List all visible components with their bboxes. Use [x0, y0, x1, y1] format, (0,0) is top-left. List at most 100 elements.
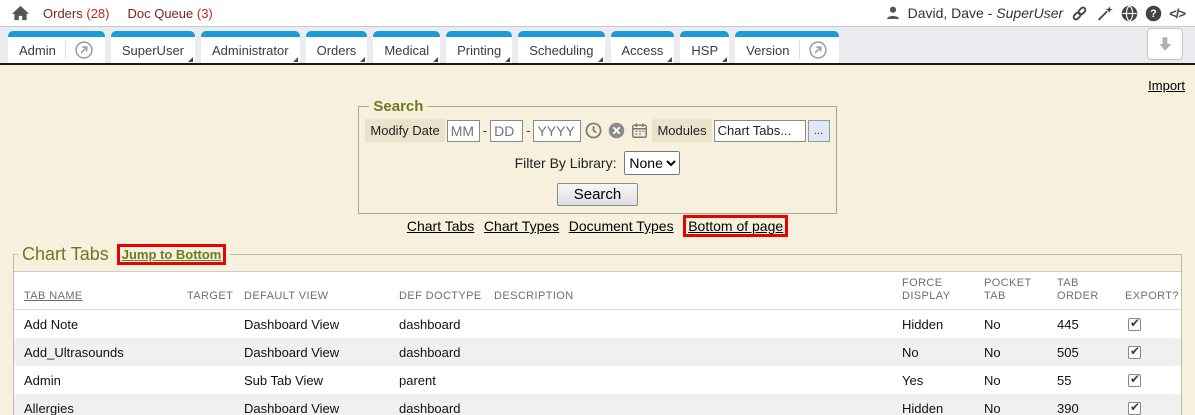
- tab-strip: Admin SuperUser Administrator Orders Medical…: [0, 27, 1195, 65]
- tab-order-cell: 55: [1057, 373, 1125, 388]
- tab-access[interactable]: Access: [611, 31, 675, 63]
- download-button[interactable]: [1147, 28, 1183, 60]
- tab-medical[interactable]: Medical: [373, 31, 440, 63]
- export-cell: [1125, 374, 1181, 387]
- modules-browse-button[interactable]: ...: [808, 120, 830, 142]
- default-view-cell: Sub Tab View: [244, 373, 399, 388]
- tab-superuser[interactable]: SuperUser: [111, 31, 195, 63]
- tab-version[interactable]: Version: [735, 31, 838, 63]
- export-checkbox[interactable]: [1128, 346, 1141, 359]
- column-header-tab-name[interactable]: TAB NAME: [24, 290, 187, 303]
- tab-admin[interactable]: Admin: [8, 31, 105, 63]
- date-mm-input[interactable]: [447, 120, 480, 142]
- date-separator: -: [526, 123, 530, 138]
- nav-link-chart-tabs[interactable]: Chart Tabs: [407, 218, 474, 234]
- dropdown-corner-icon: [505, 57, 510, 62]
- column-header-tab-order: TAB ORDER: [1057, 277, 1125, 303]
- export-checkbox[interactable]: [1128, 318, 1141, 331]
- tab-scheduling[interactable]: Scheduling: [518, 31, 604, 63]
- globe-icon[interactable]: [1121, 5, 1138, 22]
- doc-queue-link[interactable]: Doc Queue (3): [127, 6, 212, 21]
- default-view-cell: Dashboard View: [244, 401, 399, 415]
- date-dd-input[interactable]: [490, 120, 523, 142]
- default-view-cell: Dashboard View: [244, 317, 399, 332]
- tab-label: Medical: [384, 43, 429, 58]
- default-view-cell: Dashboard View: [244, 345, 399, 360]
- tab-administrator[interactable]: Administrator: [201, 31, 300, 63]
- pocket-tab-cell: No: [984, 401, 1057, 415]
- dropdown-corner-icon: [667, 57, 672, 62]
- page-content: Import Search Modify Date - - Modules ..…: [0, 65, 1195, 415]
- export-cell: [1125, 318, 1181, 331]
- code-icon[interactable]: </>: [1169, 6, 1185, 21]
- export-checkbox[interactable]: [1128, 402, 1141, 415]
- column-header-description: DESCRIPTION: [494, 290, 902, 303]
- modules-input[interactable]: [714, 120, 806, 142]
- chart-tabs-table: TAB NAMETARGETDEFAULT VIEWDEF DOCTYPEDES…: [14, 271, 1181, 415]
- tab-label: SuperUser: [122, 43, 184, 58]
- pocket-tab-cell: No: [984, 317, 1057, 332]
- force-display-cell: Yes: [902, 373, 984, 388]
- date-yyyy-input[interactable]: [533, 120, 581, 142]
- column-header-export?: EXPORT?: [1125, 290, 1181, 303]
- nav-link-chart-types[interactable]: Chart Types: [484, 218, 559, 234]
- link-icon[interactable]: [1070, 5, 1089, 22]
- force-display-cell: Hidden: [902, 317, 984, 332]
- pocket-tab-cell: No: [984, 373, 1057, 388]
- filter-by-library-label: Filter By Library:: [515, 155, 617, 171]
- column-header-target: TARGET: [187, 290, 244, 303]
- library-select[interactable]: None: [624, 151, 680, 175]
- column-header-def-doctype: DEF DOCTYPE: [399, 290, 494, 303]
- search-panel: Search Modify Date - - Modules ... Filte…: [358, 98, 836, 214]
- tab-bar-tabs: Admin SuperUser Administrator Orders Medical…: [8, 31, 839, 63]
- dropdown-corner-icon: [598, 57, 603, 62]
- dropdown-corner-icon: [293, 57, 298, 62]
- export-checkbox[interactable]: [1128, 374, 1141, 387]
- chart-tabs-panel: Chart Tabs Jump to Bottom TAB NAMETARGET…: [13, 244, 1182, 415]
- tab-orders[interactable]: Orders: [306, 31, 368, 63]
- home-icon[interactable]: [12, 5, 29, 21]
- export-cell: [1125, 402, 1181, 415]
- compass-arrow-icon[interactable]: [74, 40, 94, 60]
- tab-name-cell: Admin: [24, 373, 187, 388]
- search-legend: Search: [369, 98, 427, 115]
- tab-label: Printing: [457, 43, 501, 58]
- def-doctype-cell: dashboard: [399, 317, 494, 332]
- wand-icon[interactable]: [1096, 5, 1114, 22]
- def-doctype-cell: parent: [399, 373, 494, 388]
- tab-label: Admin: [19, 43, 56, 58]
- orders-link[interactable]: Orders (28): [43, 6, 109, 21]
- import-link[interactable]: Import: [1148, 78, 1185, 93]
- calendar-icon[interactable]: [631, 122, 648, 139]
- nav-links: Chart Tabs Chart Types Document Types Bo…: [0, 218, 1195, 242]
- help-icon[interactable]: ?: [1145, 5, 1162, 22]
- search-button[interactable]: Search: [557, 183, 639, 206]
- force-display-cell: No: [902, 345, 984, 360]
- table-row[interactable]: Admin Sub Tab Viewparent YesNo55: [14, 366, 1181, 394]
- tab-label: Version: [746, 43, 789, 58]
- table-row[interactable]: Add_UltrasoundsDashboard ViewdashboardNo…: [14, 338, 1181, 366]
- jump-to-bottom-link[interactable]: Jump to Bottom: [117, 244, 227, 265]
- tab-name-cell: Add Note: [24, 317, 187, 332]
- chart-tabs-title: Chart Tabs: [22, 244, 109, 265]
- dropdown-corner-icon: [433, 57, 438, 62]
- clock-icon[interactable]: [585, 122, 602, 139]
- date-separator: -: [483, 123, 487, 138]
- dropdown-corner-icon: [360, 57, 365, 62]
- tab-name-cell: Allergies: [24, 401, 187, 415]
- tab-printing[interactable]: Printing: [446, 31, 512, 63]
- tab-name-cell: Add_Ultrasounds: [24, 345, 187, 360]
- table-row[interactable]: Add Note Dashboard Viewdashboard HiddenNo4…: [14, 310, 1181, 338]
- tab-order-cell: 445: [1057, 317, 1125, 332]
- compass-arrow-icon[interactable]: [808, 40, 828, 60]
- nav-link-bottom-of-page[interactable]: Bottom of page: [683, 215, 788, 237]
- dropdown-corner-icon: [188, 57, 193, 62]
- clear-icon[interactable]: [608, 122, 625, 139]
- tab-label: Scheduling: [529, 43, 593, 58]
- nav-link-document-types[interactable]: Document Types: [569, 218, 674, 234]
- user-name: David, Dave - SuperUser: [908, 5, 1064, 21]
- tab-hsp[interactable]: HSP: [680, 31, 729, 63]
- tab-label: Orders: [317, 43, 357, 58]
- tab-label: HSP: [691, 43, 718, 58]
- table-row[interactable]: AllergiesDashboard ViewdashboardHiddenNo…: [14, 394, 1181, 415]
